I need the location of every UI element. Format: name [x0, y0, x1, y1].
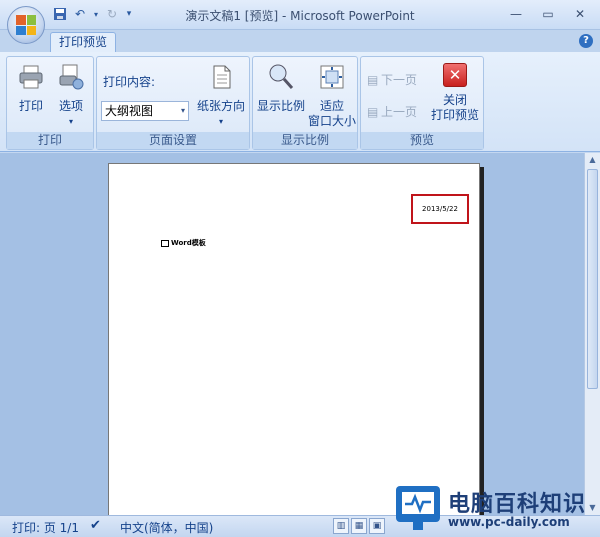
spell-check-icon[interactable]: ✔	[90, 518, 101, 533]
outline-bullet-icon	[161, 239, 169, 247]
options-dropdown-icon: ▾	[68, 117, 73, 126]
group-page-setup-label: 页面设置	[97, 132, 249, 149]
zoom-button[interactable]: 显示比例	[255, 63, 307, 114]
tab-row: 打印预览 ?	[0, 30, 600, 53]
chevron-down-icon: ▾	[180, 106, 185, 115]
orientation-dropdown-icon: ▾	[218, 117, 223, 126]
close-preview-label-1: 关闭	[442, 93, 467, 107]
prev-page-label: 上一页	[381, 105, 418, 119]
close-window-button[interactable]: ✕	[564, 3, 596, 25]
page-orientation-icon	[213, 65, 231, 89]
group-zoom-label: 显示比例	[253, 132, 357, 149]
slideshow-view-icon[interactable]: ▣	[369, 518, 385, 534]
fit-window-button[interactable]: 适应 窗口大小	[307, 63, 357, 129]
window-controls: — ▭ ✕	[500, 3, 596, 25]
options-button[interactable]: 选项 ▾	[51, 63, 91, 129]
watermark-text: 电脑百科知识	[448, 492, 587, 517]
print-content-value: 大纲视图	[105, 104, 154, 118]
print-button-label: 打印	[18, 99, 43, 113]
group-zoom: 显示比例 适应 窗口大小 显示比例	[252, 56, 358, 150]
office-button[interactable]	[7, 6, 45, 44]
maximize-button[interactable]: ▭	[532, 3, 564, 25]
next-page-label: 下一页	[381, 73, 418, 87]
group-preview-label: 预览	[361, 132, 483, 149]
orientation-button[interactable]: 纸张方向 ▾	[195, 63, 247, 129]
options-icon	[59, 64, 84, 90]
slide-sorter-icon[interactable]: ▦	[351, 518, 367, 534]
normal-view-icon[interactable]: ▥	[333, 518, 349, 534]
page-date: 2013/5/22	[422, 205, 458, 213]
print-button[interactable]: 打印	[11, 63, 51, 114]
preview-page: 2013/5/22 Word模板	[108, 163, 480, 515]
status-page-info: 打印: 页 1/1	[12, 521, 79, 535]
close-preview-button[interactable]: ✕ 关闭 打印预览	[427, 63, 483, 123]
prev-page-icon: ▤	[367, 105, 379, 119]
scroll-up-icon[interactable]: ▲	[585, 153, 600, 167]
next-page-icon: ▤	[367, 73, 379, 87]
options-button-label: 选项	[58, 99, 83, 113]
group-print-label: 打印	[7, 132, 93, 149]
next-page-button[interactable]: ▤ 下一页	[367, 73, 429, 88]
fit-to-window-icon	[320, 65, 344, 89]
group-print: 打印 选项 ▾ 打印	[6, 56, 94, 150]
status-language[interactable]: 中文(简体，中国)	[120, 519, 213, 536]
printer-icon	[19, 65, 43, 89]
fit-window-label-2: 窗口大小	[307, 114, 356, 128]
vertical-scrollbar[interactable]: ▲ ▼	[584, 153, 600, 515]
fit-window-label-1: 适应	[319, 99, 344, 113]
ribbon: 打印 选项 ▾ 打印 打印内容: 大纲视图 ▾ 纸张方向 ▾ 页面设置 显示比例…	[0, 52, 600, 152]
monitor-logo-icon	[396, 486, 440, 530]
orientation-button-label: 纸张方向	[196, 99, 245, 113]
page-body-label: Word模板	[171, 239, 206, 247]
scroll-thumb[interactable]	[587, 169, 598, 389]
print-content-select[interactable]: 大纲视图 ▾	[101, 101, 189, 121]
close-icon: ✕	[443, 63, 467, 87]
print-content-label: 打印内容:	[103, 75, 156, 89]
view-buttons: ▥ ▦ ▣	[333, 518, 385, 534]
group-preview: ▤ 下一页 ▤ 上一页 ✕ 关闭 打印预览 预览	[360, 56, 484, 150]
watermark-url: www.pc-daily.com	[448, 515, 570, 529]
prev-page-button[interactable]: ▤ 上一页	[367, 105, 429, 120]
office-logo-icon	[16, 15, 36, 35]
title-bar: ↶ ▾ ↻ ▾ 演示文稿1 [预览] - Microsoft PowerPoin…	[0, 0, 600, 30]
close-preview-label-2: 打印预览	[430, 108, 479, 122]
minimize-button[interactable]: —	[500, 3, 532, 25]
watermark: 电脑百科知识 www.pc-daily.com	[392, 482, 600, 537]
preview-area: 2013/5/22 Word模板	[0, 153, 584, 515]
help-icon[interactable]: ?	[579, 34, 593, 48]
magnifier-icon	[269, 64, 294, 89]
page-body-text: Word模板	[161, 238, 206, 248]
zoom-button-label: 显示比例	[256, 99, 305, 113]
group-page-setup: 打印内容: 大纲视图 ▾ 纸张方向 ▾ 页面设置	[96, 56, 250, 150]
date-highlight-box: 2013/5/22	[411, 194, 469, 224]
tab-print-preview[interactable]: 打印预览	[50, 32, 116, 53]
